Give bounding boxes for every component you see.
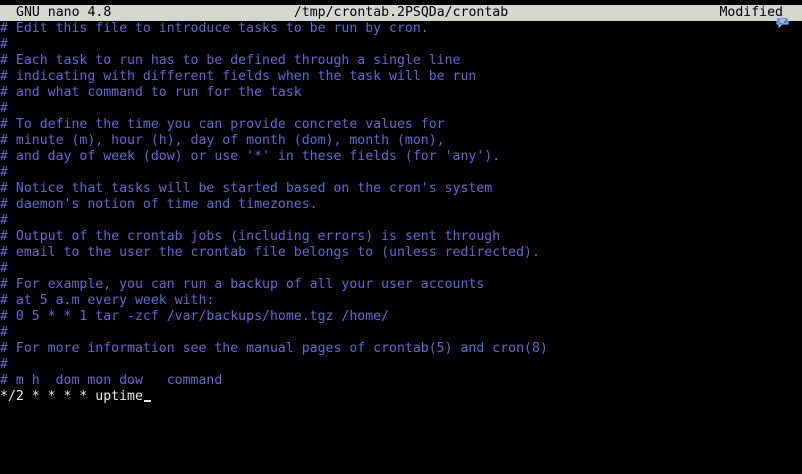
editor-line: # (0, 357, 8, 372)
editor-line: # (0, 261, 8, 276)
editor-line: # Edit this file to introduce tasks to b… (0, 21, 429, 36)
editor-line: # Each task to run has to be defined thr… (0, 53, 461, 68)
editor-line: # (0, 325, 8, 340)
editor-line: # email to the user the crontab file bel… (0, 245, 540, 260)
editor-line: # and what command to run for the task (0, 85, 302, 100)
file-path: /tmp/crontab.2PSQDa/crontab (293, 5, 509, 20)
editor-line: # at 5 a.m every week with: (0, 293, 215, 308)
nano-title-bar: /tmp/crontab.2PSQDa/crontab GNU nano 4.8… (0, 5, 802, 21)
editor-line: # daemon's notion of time and timezones. (0, 197, 318, 212)
editor-line: # For more information see the manual pa… (0, 341, 548, 356)
modified-status: Modified (719, 5, 783, 20)
text-cursor (143, 400, 151, 402)
editor-line: # For example, you can run a backup of a… (0, 277, 485, 292)
editor-line: # (0, 37, 8, 52)
cron-job-text: */2 * * * * uptime (0, 389, 143, 404)
editor-line: # To define the time you can provide con… (0, 117, 445, 132)
editor-line: # Output of the crontab jobs (including … (0, 229, 501, 244)
cron-job-line[interactable]: */2 * * * * uptime (0, 389, 802, 405)
editor-line: # and day of week (dow) or use '*' in th… (0, 149, 501, 164)
editor-line: # 0 5 * * 1 tar -zcf /var/backups/home.t… (0, 309, 390, 324)
editor-line: # Notice that tasks will be started base… (0, 181, 493, 196)
editor-line: # minute (m), hour (h), day of month (do… (0, 133, 445, 148)
editor-line: # (0, 101, 8, 116)
app-version: GNU nano 4.8 (16, 5, 112, 20)
editor-line: # indicating with different fields when … (0, 69, 477, 84)
editor-line: # (0, 213, 8, 228)
editor-text-area[interactable]: # Edit this file to introduce tasks to b… (0, 21, 802, 421)
editor-line: # m h dom mon dow command (0, 373, 223, 388)
editor-line: # (0, 165, 8, 180)
